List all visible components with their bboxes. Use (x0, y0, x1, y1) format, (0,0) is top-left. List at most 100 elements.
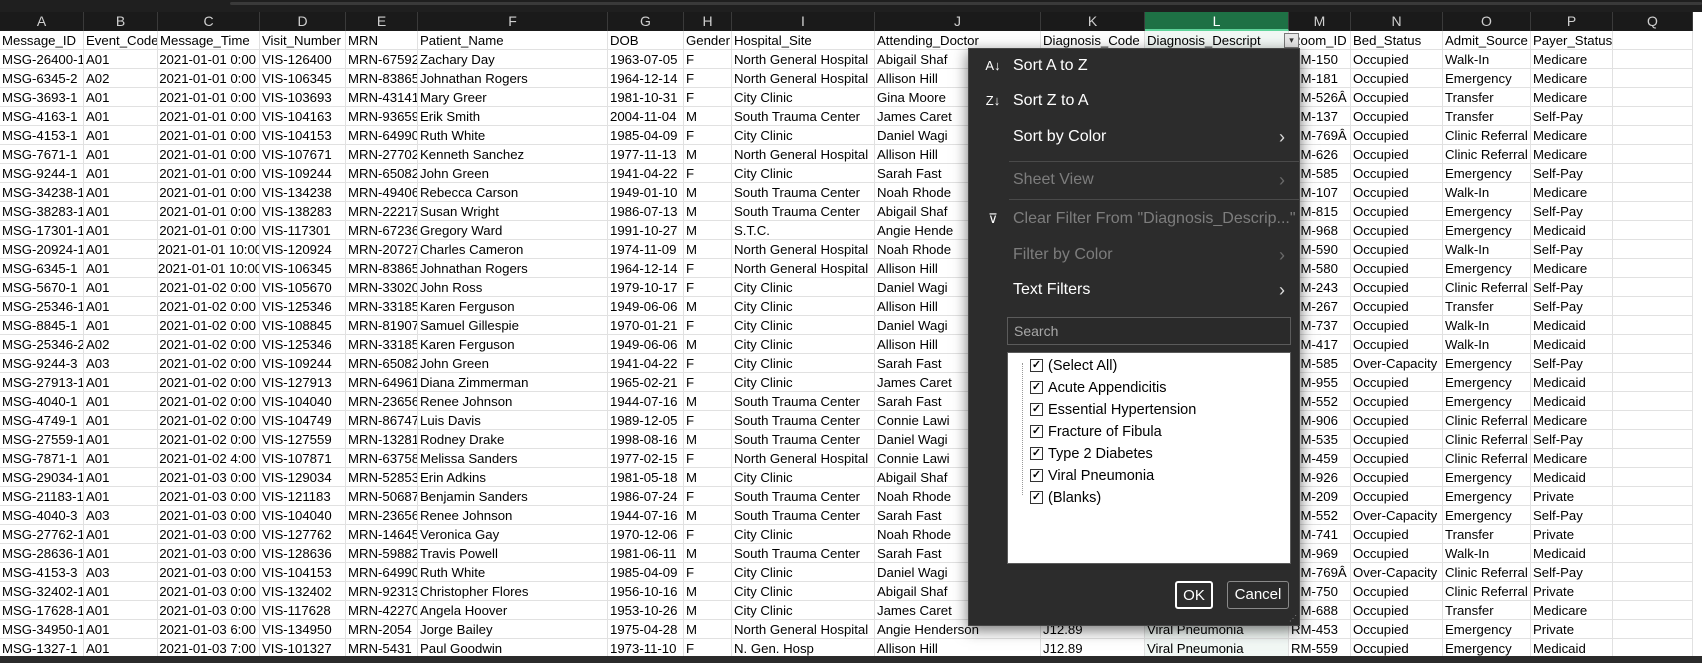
table-cell[interactable]: Clinic Referral (1443, 145, 1531, 164)
table-cell[interactable] (1613, 50, 1693, 69)
table-cell[interactable]: M (684, 107, 732, 126)
table-cell[interactable]: Occupied (1351, 183, 1443, 202)
table-cell[interactable]: South Trauma Center (732, 202, 875, 221)
table-cell[interactable]: Erik Smith (418, 107, 608, 126)
table-cell[interactable]: Charles Cameron (418, 240, 608, 259)
table-cell[interactable] (1613, 620, 1693, 639)
column-header-k[interactable]: K (1041, 12, 1145, 31)
table-cell[interactable]: Emergency (1443, 259, 1531, 278)
text-filters-item[interactable]: Text Filters › (969, 273, 1299, 307)
table-cell[interactable]: Clinic Referral (1443, 126, 1531, 145)
table-cell[interactable]: F (684, 411, 732, 430)
table-cell[interactable]: S.T.C. (732, 221, 875, 240)
table-cell[interactable]: Occupied (1351, 430, 1443, 449)
table-cell[interactable]: MSG-7871-1 (0, 449, 84, 468)
table-cell[interactable]: MSG-17628-1 (0, 601, 84, 620)
table-cell[interactable]: Emergency (1443, 620, 1531, 639)
table-cell[interactable]: Occupied (1351, 278, 1443, 297)
table-cell[interactable]: Occupied (1351, 88, 1443, 107)
table-cell[interactable]: VIS-125346 (260, 297, 346, 316)
table-cell[interactable]: MRN-13281 (346, 430, 418, 449)
table-cell[interactable]: 2021-01-03 0:00 (158, 506, 260, 525)
table-cell[interactable]: VIS-104153 (260, 126, 346, 145)
table-cell[interactable]: M (684, 297, 732, 316)
table-cell[interactable]: 2021-01-02 0:00 (158, 430, 260, 449)
table-cell[interactable]: South Trauma Center (732, 544, 875, 563)
table-cell[interactable]: Christopher Flores (418, 582, 608, 601)
table-cell[interactable]: Transfer (1443, 601, 1531, 620)
table-cell[interactable]: Occupied (1351, 164, 1443, 183)
column-header-i[interactable]: I (732, 12, 875, 31)
table-cell[interactable]: A01 (84, 544, 158, 563)
column-header-e[interactable]: E (346, 12, 418, 31)
table-cell[interactable] (1613, 563, 1693, 582)
table-cell[interactable]: South Trauma Center (732, 506, 875, 525)
table-cell[interactable]: MSG-9244-1 (0, 164, 84, 183)
table-cell[interactable] (1613, 601, 1693, 620)
table-cell[interactable]: MRN-52853 (346, 468, 418, 487)
table-cell[interactable]: 2021-01-02 0:00 (158, 278, 260, 297)
table-cell[interactable]: South Trauma Center (732, 487, 875, 506)
table-cell[interactable]: Karen Ferguson (418, 297, 608, 316)
table-cell[interactable]: M (684, 430, 732, 449)
table-cell[interactable]: MRN-83865 (346, 69, 418, 88)
table-cell[interactable]: Mary Greer (418, 88, 608, 107)
table-cell[interactable]: 2021-01-03 0:00 (158, 601, 260, 620)
table-cell[interactable]: Luis Davis (418, 411, 608, 430)
table-cell[interactable]: Occupied (1351, 449, 1443, 468)
table-cell[interactable]: MSG-28636-1 (0, 544, 84, 563)
table-cell[interactable]: A01 (84, 240, 158, 259)
table-cell[interactable]: Occupied (1351, 373, 1443, 392)
table-cell[interactable]: Medicaid (1531, 221, 1613, 240)
table-cell[interactable]: Angela Hoover (418, 601, 608, 620)
table-cell[interactable]: North General Hospital (732, 145, 875, 164)
table-cell[interactable]: Medicaid (1531, 373, 1613, 392)
checkbox-checked-icon[interactable]: ✓ (1030, 469, 1043, 482)
table-cell[interactable]: Private (1531, 582, 1613, 601)
table-cell[interactable]: 1964-12-14 (608, 69, 684, 88)
table-cell[interactable]: MRN-59882 (346, 544, 418, 563)
filter-value-item[interactable]: ✓ Acute Appendicitis (1008, 377, 1288, 399)
table-cell[interactable]: MRN-83865 (346, 259, 418, 278)
table-cell[interactable]: A01 (84, 468, 158, 487)
filter-value-item[interactable]: ✓ (Blanks) (1008, 487, 1288, 509)
table-cell[interactable]: Medicaid (1531, 335, 1613, 354)
table-cell[interactable]: MSG-4749-1 (0, 411, 84, 430)
table-cell[interactable]: Walk-In (1443, 183, 1531, 202)
table-cell[interactable]: MRN-14645 (346, 525, 418, 544)
table-cell[interactable]: Private (1531, 620, 1613, 639)
table-cell[interactable]: F (684, 525, 732, 544)
table-cell[interactable]: MRN-23656 (346, 392, 418, 411)
table-cell[interactable]: 2021-01-01 0:00 (158, 183, 260, 202)
table-cell[interactable]: 2021-01-01 0:00 (158, 50, 260, 69)
ok-button[interactable]: OK (1175, 581, 1213, 609)
table-cell[interactable]: MRN-65082 (346, 164, 418, 183)
table-cell[interactable]: Self-Pay (1531, 107, 1613, 126)
table-cell[interactable]: A01 (84, 373, 158, 392)
table-cell[interactable]: MSG-6345-2 (0, 69, 84, 88)
table-cell[interactable]: A01 (84, 183, 158, 202)
table-cell[interactable]: Medicare (1531, 259, 1613, 278)
table-cell[interactable]: Emergency (1443, 468, 1531, 487)
table-cell[interactable]: F (684, 164, 732, 183)
table-cell[interactable]: Occupied (1351, 221, 1443, 240)
table-cell[interactable]: Self-Pay (1531, 506, 1613, 525)
table-cell[interactable]: Zachary Day (418, 50, 608, 69)
table-cell[interactable]: VIS-107871 (260, 449, 346, 468)
table-cell[interactable] (1613, 392, 1693, 411)
table-cell[interactable] (1613, 354, 1693, 373)
table-cell[interactable]: MRN-22217 (346, 202, 418, 221)
table-cell[interactable]: Medicaid (1531, 316, 1613, 335)
table-cell[interactable]: MSG-20924-1 (0, 240, 84, 259)
table-cell[interactable]: Over-Capacity (1351, 506, 1443, 525)
table-cell[interactable]: VIS-104749 (260, 411, 346, 430)
table-cell[interactable]: Over-Capacity (1351, 563, 1443, 582)
header-cell[interactable]: Message_ID (0, 31, 84, 50)
table-cell[interactable]: VIS-138283 (260, 202, 346, 221)
table-cell[interactable]: VIS-107671 (260, 145, 346, 164)
table-cell[interactable]: A01 (84, 582, 158, 601)
table-cell[interactable]: MSG-29034-1 (0, 468, 84, 487)
table-cell[interactable]: Medicare (1531, 88, 1613, 107)
table-cell[interactable]: M (684, 335, 732, 354)
table-cell[interactable]: 2004-11-04 (608, 107, 684, 126)
